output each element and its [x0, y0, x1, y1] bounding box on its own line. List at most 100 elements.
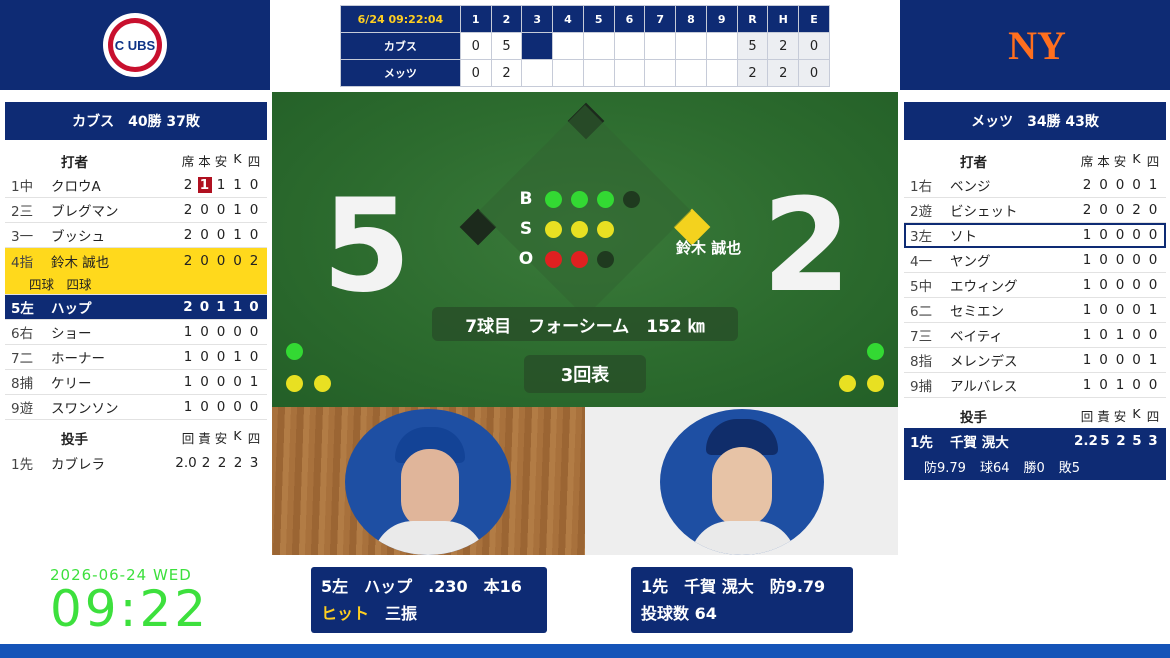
stat-label: 安: [1113, 154, 1127, 169]
stat-value: 0: [1148, 327, 1158, 343]
stat-value: 0: [216, 202, 226, 218]
errors-header: E: [798, 5, 830, 33]
scoreboard-row-home: メッツ 0 2 2 2 0: [340, 59, 830, 87]
stat-value: 3: [1148, 433, 1158, 449]
lineup-row[interactable]: 1右 ベンジ 20001: [904, 173, 1166, 198]
lineup-row[interactable]: 9遊 スワンソン 10000: [5, 395, 267, 420]
lineup-row[interactable]: 7三 ベイティ 10100: [904, 323, 1166, 348]
lineup-row[interactable]: 3一 ブッシュ 20010: [5, 223, 267, 248]
stat-value: 0: [1132, 177, 1141, 193]
lineup-row[interactable]: 9捕 アルバレス 10100: [904, 373, 1166, 398]
clock-time: 09:22: [50, 580, 210, 638]
hr-highlight: 1: [197, 177, 212, 193]
pitcher-name: カブレラ: [51, 456, 105, 473]
batter-position: 7二: [11, 351, 34, 367]
batter-name: ビシェット: [950, 204, 1018, 220]
field-display: 5 2 B S O 鈴木 誠也 7球目 フォーシーム 152 ㎞ 3回表: [272, 92, 898, 407]
stat-value: 0: [216, 399, 226, 415]
stat-value: 0: [1132, 252, 1141, 268]
lineup-row[interactable]: 2三 ブレグマン 20010: [5, 198, 267, 223]
home-score: 2: [762, 172, 852, 321]
stat-value: 0: [200, 202, 209, 218]
lineup-row[interactable]: 6二 セミエン 10001: [904, 298, 1166, 323]
stat-value: 5: [1100, 433, 1110, 449]
stat-value: 1: [183, 349, 193, 365]
lineup-row[interactable]: 1中 クロウA 21110: [5, 173, 267, 198]
lineup-row-runner[interactable]: 4指 鈴木 誠也 20002: [5, 248, 267, 273]
stat-value: 0: [1148, 202, 1158, 218]
stat-label: K: [233, 428, 242, 443]
batter-position: 7三: [910, 329, 933, 345]
away-indicator-icon: [314, 375, 331, 392]
stat-value: 0: [200, 349, 209, 365]
stat-label: K: [1132, 151, 1141, 166]
current-inning-cell: [521, 32, 554, 60]
stat-value: 2: [1082, 177, 1092, 193]
lineup-row[interactable]: 7二 ホーナー 10010: [5, 345, 267, 370]
lineup-row-next-batter[interactable]: 3左 ソト 10000: [904, 223, 1166, 248]
batter-summary: 5左 ハップ .230 本16: [321, 577, 522, 596]
inning-score: [582, 59, 615, 87]
stat-value: 1: [1148, 352, 1158, 368]
lineup-row[interactable]: 2遊 ビシェット 20020: [904, 198, 1166, 223]
stat-value: 0: [233, 374, 242, 390]
inning-score: [582, 32, 615, 60]
strike-light-icon: [545, 220, 562, 238]
lineup-row-current-batter[interactable]: 5左 ハップ 20110: [5, 295, 267, 320]
pitcher-era: 防9.79: [924, 460, 966, 476]
inning-score: [705, 32, 738, 60]
stat-value: 1: [232, 299, 243, 315]
pitcher-row[interactable]: 1先 カブレラ 2.0 2 2 2 3: [5, 450, 267, 475]
stat-value: 0: [216, 349, 226, 365]
lineup-row[interactable]: 8指 メレンデス 10001: [904, 348, 1166, 373]
stat-value: 0: [200, 399, 209, 415]
stat-label: 四: [247, 154, 261, 169]
stat-value: 1: [1082, 327, 1092, 343]
inning-indicator: 3回表: [524, 355, 646, 393]
stat-value: 0: [249, 299, 259, 315]
stat-value: 0: [1148, 252, 1158, 268]
at-bat-results: 四球 四球: [29, 277, 92, 292]
strike-label: S: [519, 219, 533, 239]
lineup-row[interactable]: 5中 エウィング 10000: [904, 273, 1166, 298]
ball-light-icon: [597, 190, 614, 208]
stat-label: 回: [181, 431, 195, 446]
runs-total: 2: [736, 59, 769, 87]
stat-label: K: [1132, 406, 1141, 421]
current-pitcher-box[interactable]: 1先 千賀 滉大 2.2 5 2 5 3 防9.79 球64 勝0 敗5: [904, 428, 1166, 480]
batter-name: ベイティ: [950, 329, 1003, 345]
stat-label: 本: [1097, 154, 1110, 169]
stat-value: 0: [1099, 277, 1108, 293]
batter-name: ハップ: [51, 301, 92, 317]
ball-label: B: [519, 189, 533, 209]
batter-label: 打者: [960, 154, 987, 171]
pitcher-wins: 勝0: [1023, 460, 1045, 476]
batter-header-row: 打者 席本安K四: [5, 148, 267, 173]
stat-value: 0: [1115, 252, 1125, 268]
lineup-row[interactable]: 6右 ショー 10000: [5, 320, 267, 345]
batter-name: アルバレス: [950, 379, 1018, 395]
batter-position: 6右: [11, 326, 34, 342]
stat-value: 0: [1099, 227, 1108, 243]
stat-value: 0: [233, 324, 242, 340]
mets-team-header: メッツ 34勝 43敗: [904, 102, 1166, 140]
stat-value: 0: [1115, 227, 1125, 243]
inning-score: [705, 59, 738, 87]
runs-total: 5: [736, 32, 769, 60]
stat-value: 0: [1132, 302, 1141, 318]
batter-position: 1中: [11, 179, 34, 195]
batter-position: 2遊: [910, 204, 933, 220]
out-label: O: [518, 249, 534, 269]
stat-value: 0: [1099, 302, 1108, 318]
inning-header: 5: [582, 5, 615, 33]
inning-header: 4: [552, 5, 584, 33]
batter-name: ホーナー: [51, 351, 105, 367]
stat-value: 0: [1115, 302, 1125, 318]
lineup-row[interactable]: 8捕 ケリー 10001: [5, 370, 267, 395]
hits-total: 2: [767, 59, 800, 87]
mets-lineup-panel: メッツ 34勝 43敗 打者 席本安K四 1右 ベンジ 20001 2遊 ビシェ…: [904, 102, 1166, 480]
lineup-row[interactable]: 4一 ヤング 10000: [904, 248, 1166, 273]
inning-score: 2: [490, 59, 523, 87]
game-datetime: 6/24 09:22:04: [340, 5, 461, 33]
stat-value: 2: [249, 252, 259, 269]
